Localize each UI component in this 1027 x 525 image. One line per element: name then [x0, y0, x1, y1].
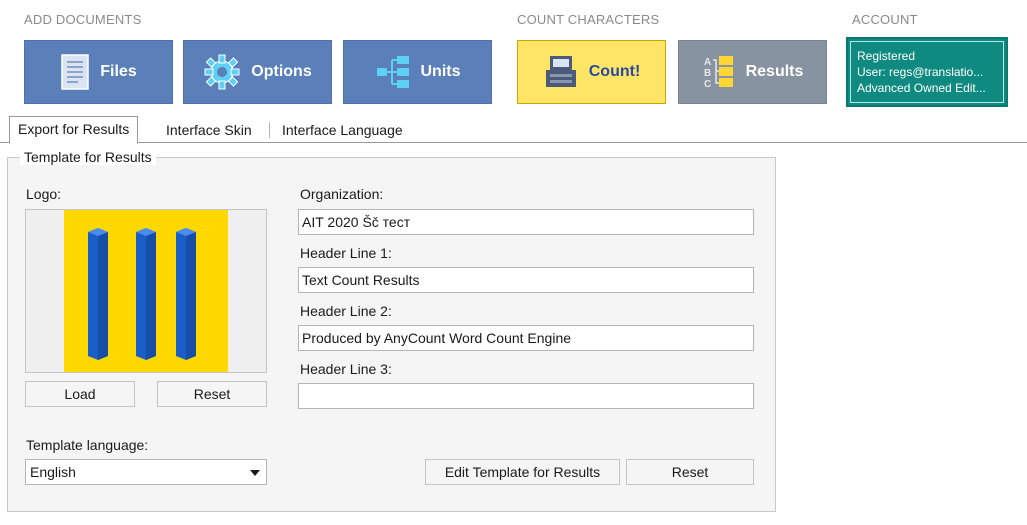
svg-text:C: C	[704, 79, 711, 90]
account-user: User: regs@translatio...	[857, 65, 984, 79]
count-button[interactable]: Count!	[517, 40, 666, 104]
units-button-label: Units	[420, 63, 461, 80]
header-line-2-field[interactable]: Produced by AnyCount Word Count Engine	[298, 325, 754, 351]
template-language-value: English	[30, 464, 76, 480]
template-language-select[interactable]: English	[25, 459, 267, 485]
account-section-label: ACCOUNT	[852, 12, 918, 27]
add-documents-section-label: ADD DOCUMENTS	[24, 12, 142, 27]
tab-strip-line	[0, 142, 1027, 143]
load-logo-button[interactable]: Load	[25, 381, 135, 407]
counter-machine-icon	[543, 53, 579, 91]
chevron-down-icon	[250, 470, 260, 476]
svg-text:A: A	[704, 57, 711, 68]
tab-interface-skin[interactable]: Interface Skin	[158, 118, 260, 142]
options-button-label: Options	[251, 63, 312, 80]
count-characters-section-label: COUNT CHARACTERS	[517, 12, 660, 27]
header-line-1-field[interactable]: Text Count Results	[298, 267, 754, 293]
settings-tabs: Export for Results Interface Skin Interf…	[0, 116, 1027, 144]
files-button[interactable]: Files	[24, 40, 173, 104]
results-button[interactable]: A B C Results	[678, 40, 827, 104]
svg-text:B: B	[704, 68, 711, 79]
group-legend: Template for Results	[20, 149, 156, 165]
results-button-label: Results	[745, 63, 804, 80]
tree-icon	[375, 53, 411, 91]
organization-field[interactable]: AIT 2020 Šč тест	[298, 209, 754, 235]
account-license: Advanced Owned Edit...	[857, 81, 986, 95]
account-status: Registered	[857, 49, 916, 63]
logo-image	[64, 210, 228, 372]
units-button[interactable]: Units	[343, 40, 492, 104]
header-line-3-label: Header Line 3:	[300, 361, 392, 377]
account-panel[interactable]: Registered User: regs@translatio... Adva…	[846, 37, 1008, 107]
edit-template-button[interactable]: Edit Template for Results	[425, 459, 620, 485]
template-language-label: Template language:	[26, 437, 149, 453]
header-line-2-label: Header Line 2:	[300, 303, 392, 319]
tab-interface-language[interactable]: Interface Language	[274, 118, 411, 142]
header-line-1-label: Header Line 1:	[300, 245, 392, 261]
abc-list-icon: A B C	[702, 53, 736, 91]
files-button-label: Files	[100, 63, 137, 80]
options-button[interactable]: Options	[183, 40, 332, 104]
reset-template-button[interactable]: Reset	[626, 459, 754, 485]
logo-label: Logo:	[26, 186, 62, 202]
reset-logo-button[interactable]: Reset	[157, 381, 267, 407]
organization-label: Organization:	[300, 186, 384, 202]
tab-export-for-results[interactable]: Export for Results	[9, 116, 139, 144]
tab-separator	[269, 122, 270, 138]
header-line-3-field[interactable]	[298, 383, 754, 409]
count-button-label: Count!	[588, 63, 641, 80]
gear-icon	[203, 53, 241, 91]
logo-preview	[25, 209, 267, 373]
document-icon	[60, 53, 90, 91]
